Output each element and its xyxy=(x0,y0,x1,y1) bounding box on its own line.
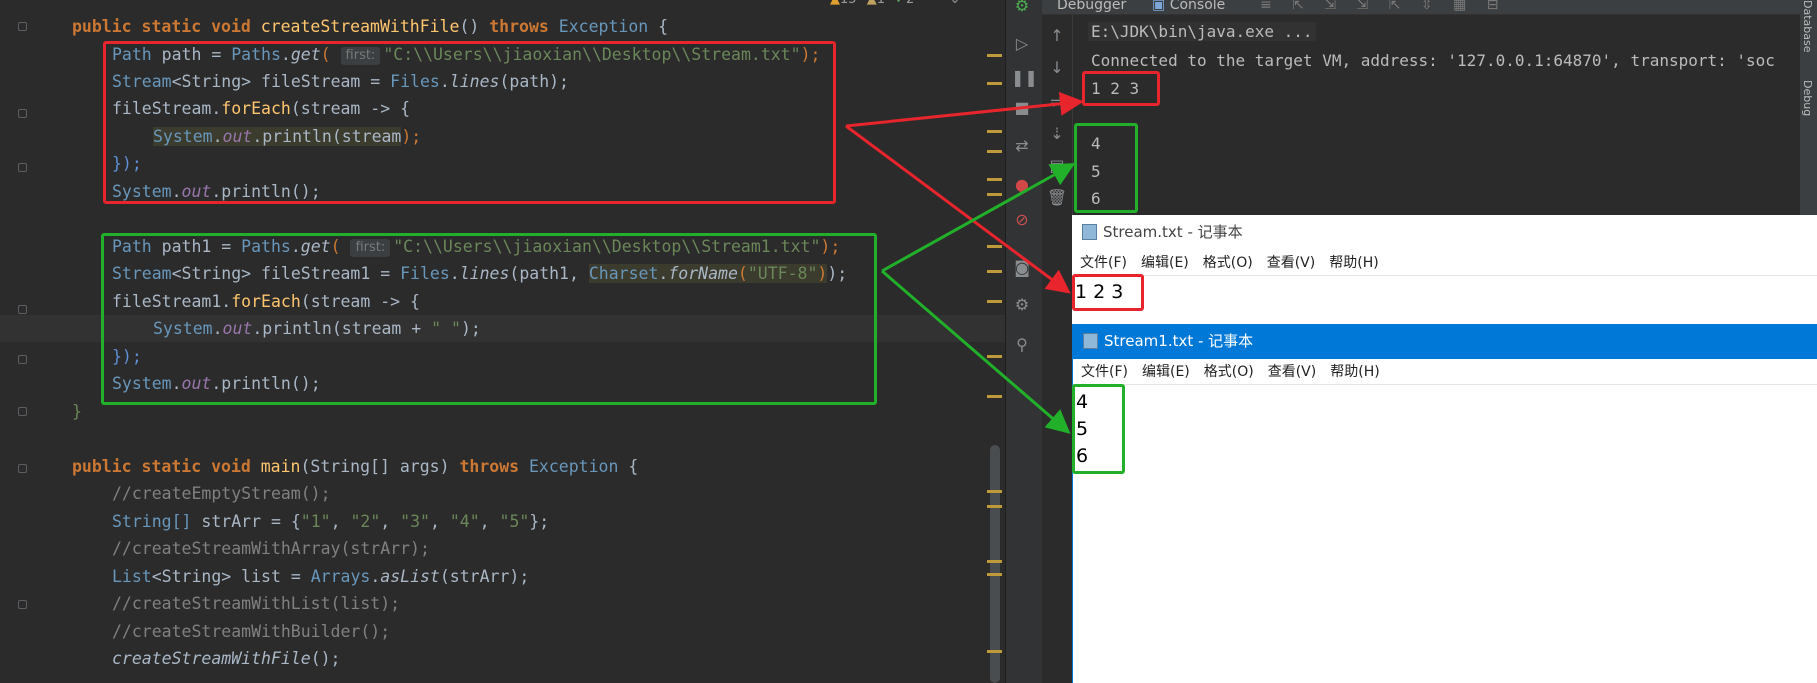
annotation-arrows xyxy=(845,91,1084,434)
green-arrow xyxy=(881,163,1076,273)
red-arrow xyxy=(845,124,1071,294)
green-arrow xyxy=(881,269,1071,434)
red-arrow xyxy=(845,91,1084,128)
